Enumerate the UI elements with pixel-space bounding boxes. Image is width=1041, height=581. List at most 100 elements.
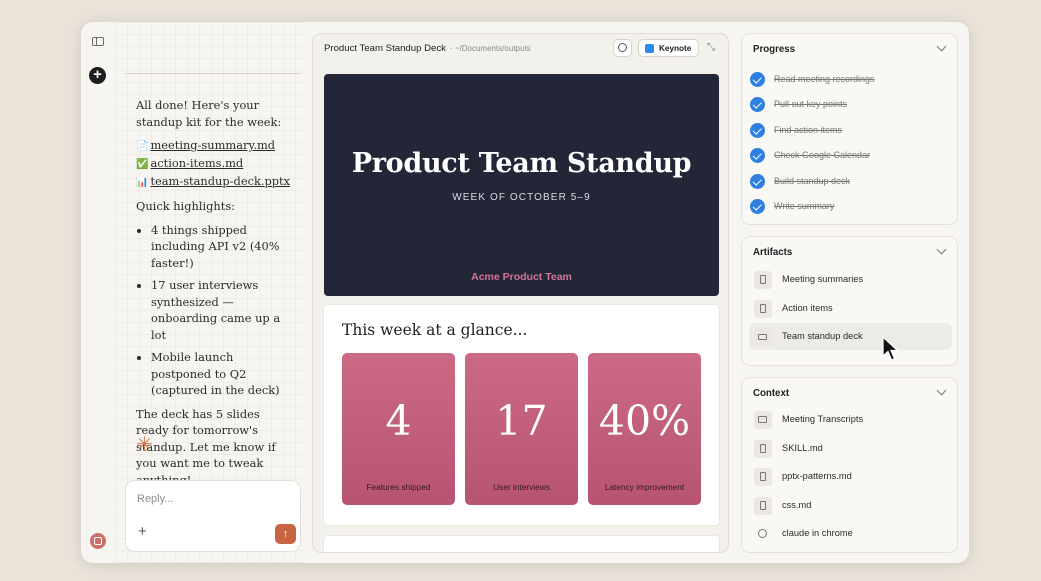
reply-input[interactable]: Reply...: [137, 493, 173, 505]
highlights-list: 4 things shipped including API v2 (40% f…: [136, 222, 294, 399]
progress-label: Pull out key points: [774, 99, 848, 109]
file-item[interactable]: 📄 meeting-summary.md: [136, 137, 294, 155]
keynote-label: Keynote: [659, 44, 692, 53]
slide-glance[interactable]: This week at a glance... 4 Features ship…: [324, 305, 719, 525]
artifact-item[interactable]: Team standup deck: [749, 323, 952, 350]
context-item[interactable]: css.md: [749, 492, 952, 519]
chat-panel: All done! Here's your standup kit for th…: [115, 22, 305, 563]
file-item[interactable]: 📊 team-standup-deck.pptx: [136, 173, 294, 191]
glance-title: This week at a glance...: [342, 321, 528, 339]
file-link[interactable]: action-items.md: [150, 156, 243, 170]
progress-item: Check Google Calendar: [750, 144, 950, 168]
document-title: Product Team Standup Deck: [324, 43, 446, 54]
artifacts-title: Artifacts: [753, 247, 793, 258]
context-item[interactable]: Meeting Transcripts: [749, 406, 952, 433]
stat-value: 17: [495, 397, 548, 445]
stat-value: 4: [385, 397, 412, 445]
chevron-down-icon[interactable]: [936, 244, 947, 255]
checkmark-icon: [750, 148, 765, 163]
slide-title[interactable]: Product Team Standup WEEK OF OCTOBER 5–9…: [324, 74, 719, 296]
message-intro: All done! Here's your standup kit for th…: [136, 98, 282, 129]
document-icon: [754, 468, 772, 486]
checkmark-icon: [750, 123, 765, 138]
progress-item: Find action items: [750, 119, 950, 143]
new-chat-button[interactable]: +: [89, 67, 106, 84]
file-link[interactable]: team-standup-deck.pptx: [150, 174, 290, 188]
context-item[interactable]: pptx-patterns.md: [749, 463, 952, 490]
artifact-item[interactable]: Action items: [749, 295, 952, 322]
slide-team: Acme Product Team: [471, 271, 572, 283]
progress-title: Progress: [753, 44, 795, 55]
document-icon: [754, 497, 772, 515]
artifact-item[interactable]: Meeting summaries: [749, 266, 952, 293]
context-title: Context: [753, 388, 790, 399]
context-label: Meeting Transcripts: [782, 414, 864, 424]
assistant-message: All done! Here's your standup kit for th…: [136, 97, 294, 495]
send-button[interactable]: ↑: [275, 524, 296, 544]
checkmark-icon: [750, 174, 765, 189]
slide-heading: Product Team Standup: [351, 148, 692, 179]
message-closing: The deck has 5 slides ready for tomorrow…: [136, 406, 276, 487]
slides-icon: [754, 328, 772, 346]
left-rail: +: [81, 22, 116, 563]
viewer-title: Product Team Standup Deck · ~/Documents/o…: [324, 43, 531, 54]
app-window: + All done! Here's your standup kit for …: [81, 22, 969, 563]
viewer-header: Product Team Standup Deck · ~/Documents/o…: [313, 34, 728, 64]
chat-divider: [125, 73, 301, 74]
progress-label: Find action items: [774, 125, 843, 135]
reply-box[interactable]: Reply... + ↑: [125, 480, 301, 552]
context-label: pptx-patterns.md: [782, 471, 852, 481]
progress-item: Write summary: [750, 195, 950, 219]
context-item[interactable]: claude in chrome: [749, 520, 952, 547]
checkmark-icon: [750, 199, 765, 214]
progress-item: Pull out key points: [750, 93, 950, 117]
highlight-item: 17 user interviews synthesized — onboard…: [151, 277, 294, 343]
checkmark-icon: [750, 97, 765, 112]
highlight-item: Mobile launch postponed to Q2 (captured …: [151, 349, 294, 399]
stat-label: User interviews: [493, 482, 550, 492]
progress-label: Check Google Calendar: [774, 150, 871, 160]
file-link[interactable]: meeting-summary.md: [150, 138, 275, 152]
artifacts-panel: Artifacts Meeting summaries Action items…: [741, 236, 958, 366]
stat-label: Features shipped: [366, 482, 431, 492]
progress-item: Build standup deck: [750, 170, 950, 194]
highlights-label: Quick highlights:: [136, 199, 236, 213]
document-viewer: Product Team Standup Deck · ~/Documents/o…: [312, 33, 729, 553]
open-in-keynote-button[interactable]: Keynote: [638, 39, 699, 57]
file-item[interactable]: ✅ action-items.md: [136, 155, 294, 173]
file-list: 📄 meeting-summary.md ✅ action-items.md 📊 te…: [136, 137, 294, 191]
sidebar-toggle-icon[interactable]: [92, 37, 104, 46]
progress-label: Read meeting recordings: [774, 74, 875, 84]
highlight-item: 4 things shipped including API v2 (40% f…: [151, 222, 294, 272]
globe-icon: [754, 525, 772, 543]
progress-panel: Progress Read meeting recordings Pull ou…: [741, 33, 958, 225]
context-panel: Context Meeting Transcripts SKILL.md ppt…: [741, 377, 958, 553]
slide-subtitle: WEEK OF OCTOBER 5–9: [452, 192, 591, 203]
context-label: SKILL.md: [782, 443, 823, 453]
chevron-down-icon[interactable]: [936, 385, 947, 396]
history-icon[interactable]: [613, 39, 632, 57]
artifact-label: Action items: [782, 303, 833, 313]
document-icon: 📄: [136, 141, 149, 152]
context-item[interactable]: SKILL.md: [749, 435, 952, 462]
slide-next[interactable]: [324, 536, 719, 552]
context-label: css.md: [782, 500, 812, 510]
collapse-icon[interactable]: ⤡: [707, 42, 715, 53]
chevron-down-icon[interactable]: [936, 41, 947, 52]
stat-card: 17 User interviews: [465, 353, 578, 505]
folder-icon: [754, 411, 772, 429]
stat-card: 4 Features shipped: [342, 353, 455, 505]
artifact-label: Meeting summaries: [782, 274, 864, 284]
checkmark-icon: [750, 72, 765, 87]
progress-label: Build standup deck: [774, 176, 851, 186]
attach-plus-icon[interactable]: +: [138, 524, 147, 539]
stat-value: 40%: [598, 397, 691, 445]
progress-item: Read meeting recordings: [750, 68, 950, 92]
document-icon: [754, 271, 772, 289]
document-icon: [754, 440, 772, 458]
avatar[interactable]: [90, 533, 106, 549]
chart-icon: 📊: [136, 177, 149, 188]
document-path: · ~/Documents/outputs: [449, 44, 531, 53]
context-label: claude in chrome: [782, 528, 853, 538]
checkmark-icon: ✅: [136, 159, 149, 170]
